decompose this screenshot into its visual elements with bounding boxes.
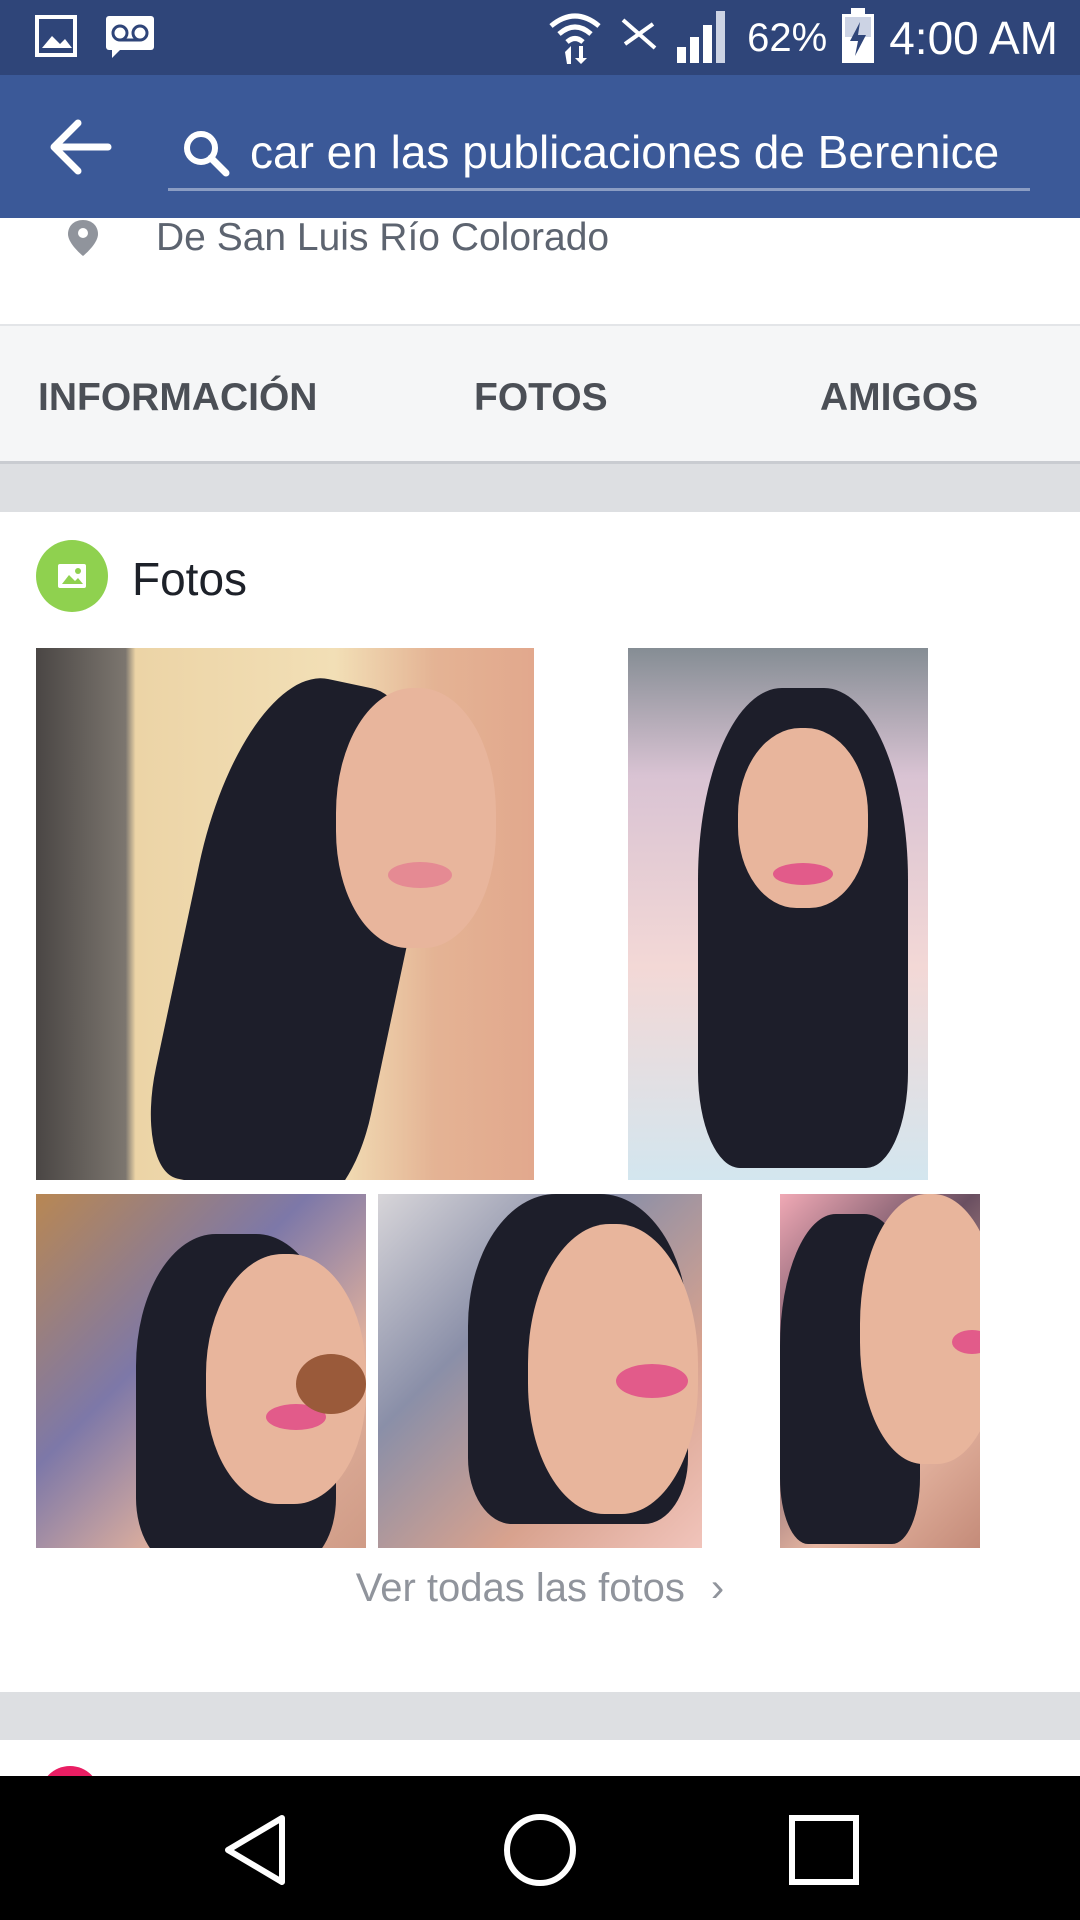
signal-icon [675,7,733,70]
photo-thumbnail[interactable] [36,1194,366,1548]
search-icon [182,129,230,177]
photos-card: Fotos Ver todas las fotos › [0,512,1080,1692]
next-section [0,1740,1080,1826]
battery-percent: 62% [747,15,828,60]
back-arrow-icon[interactable] [48,119,114,175]
app-bar: car en las publicaciones de Berenice [0,75,1080,218]
wifi-icon [547,8,603,69]
clock: 4:00 AM [889,12,1058,64]
search-input[interactable]: car en las publicaciones de Berenice [168,111,1030,191]
home-nav-icon[interactable] [500,1810,580,1890]
photo-thumbnail[interactable] [780,1194,980,1548]
recents-nav-icon[interactable] [784,1810,864,1890]
photo-thumbnail[interactable] [628,648,928,1180]
battery-icon [841,7,875,69]
see-all-label: Ver todas las fotos [355,1566,685,1610]
location-text: De San Luis Río Colorado [156,216,610,259]
status-bar: 62% 4:00 AM [0,0,1080,75]
location-pin-icon [64,218,102,256]
no-signal-icon [617,14,661,63]
section-divider [0,1692,1080,1740]
photos-title: Fotos [132,553,248,605]
location-row: De San Luis Río Colorado [0,216,1080,324]
voicemail-icon [104,14,156,63]
photo-thumbnail[interactable] [36,648,534,1180]
see-all-photos-link[interactable]: Ver todas las fotos › [0,1566,1080,1611]
back-nav-icon[interactable] [216,1810,296,1890]
tab-informacion[interactable]: INFORMACIÓN [38,376,317,420]
search-query: car en las publicaciones de Berenice [250,126,1000,178]
navigation-bar [0,1776,1080,1920]
chevron-right-icon: › [710,1566,725,1610]
photo-thumbnail[interactable] [378,1194,702,1548]
tab-fotos[interactable]: FOTOS [474,376,608,420]
gallery-icon [34,14,78,63]
photo-icon [36,540,108,612]
profile-tabs: INFORMACIÓN FOTOS AMIGOS [0,324,1080,464]
section-divider [0,464,1080,512]
tab-amigos[interactable]: AMIGOS [820,376,978,420]
